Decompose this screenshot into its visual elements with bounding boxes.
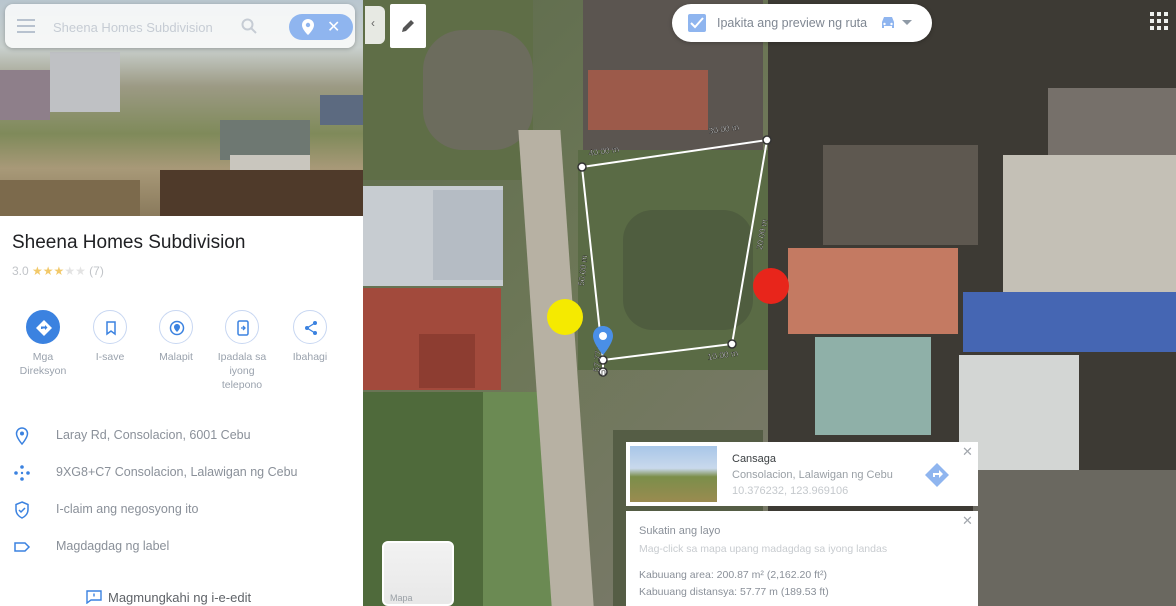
directions-label: Mga Direksyon — [19, 351, 67, 377]
segment-label: 30.00 m — [708, 122, 740, 136]
place-card-coordinates: 10.376232, 123.969106 — [732, 485, 849, 497]
chevron-left-icon: ‹ — [371, 16, 375, 30]
collapse-panel-button[interactable]: ‹ — [365, 6, 385, 44]
nearby-label: Malapit — [159, 351, 193, 363]
search-input[interactable]: Sheena Homes Subdivision — [53, 20, 218, 35]
feedback-icon — [86, 590, 102, 604]
layers-toggle[interactable]: Mapa — [382, 541, 454, 606]
measure-vertex[interactable] — [727, 339, 737, 349]
share-label: Ibahagi — [292, 351, 328, 363]
nearby-icon — [169, 320, 185, 336]
segment-label: 10.00 m — [707, 348, 739, 362]
place-card-name: Cansaga — [732, 453, 777, 465]
start-label: 0 — [601, 368, 606, 378]
checkmark-icon — [690, 17, 704, 29]
segment-label: 20.00 m — [754, 218, 769, 250]
search-box[interactable]: Sheena Homes Subdivision ✕ — [5, 4, 355, 48]
red-marker[interactable] — [753, 268, 789, 304]
suggest-edit-button[interactable]: Magmungkahi ng i-e-edit — [78, 582, 278, 606]
photo-ground — [0, 180, 140, 216]
plus-code-icon — [14, 465, 30, 481]
send-to-phone-button[interactable]: Ipadala sa iyong telepono — [208, 310, 276, 392]
edit-button[interactable] — [390, 4, 426, 48]
measure-distance-card: Sukatin ang layo Mag-click sa mapa upang… — [626, 511, 978, 606]
address-text: Laray Rd, Consolacion, 6001 Cebu — [56, 428, 251, 442]
place-info-card[interactable]: Cansaga Consolacion, Lalawigan ng Cebu 1… — [626, 442, 978, 506]
measure-heading: Sukatin ang layo — [639, 525, 721, 537]
label-icon — [14, 542, 31, 552]
location-pin-icon[interactable] — [299, 18, 317, 36]
claim-business-text: I-claim ang negosyong ito — [56, 502, 199, 516]
car-icon — [882, 17, 894, 28]
preview-label: Ipakita ang preview ng ruta — [717, 16, 868, 30]
rating-value: 3.0 — [12, 264, 29, 278]
yellow-marker[interactable] — [547, 299, 583, 335]
chevron-down-icon[interactable] — [902, 20, 912, 25]
pencil-icon — [402, 20, 414, 32]
place-photo[interactable]: Sheena Homes Subdivision ✕ — [0, 0, 363, 216]
nearby-button[interactable]: Malapit — [142, 310, 210, 364]
segment-label: 40.00 m — [588, 144, 620, 158]
suggest-edit-label: Magmungkahi ng i-e-edit — [108, 590, 252, 605]
star-rating: ★★★ — [32, 264, 65, 278]
verified-shield-icon — [15, 501, 29, 519]
total-area: Kabuuang area: 200.87 m² (2,162.20 ft²) — [639, 569, 827, 581]
photo-building — [0, 70, 50, 120]
address-row[interactable]: Laray Rd, Consolacion, 6001 Cebu — [0, 418, 363, 454]
place-title: Sheena Homes Subdivision — [12, 232, 246, 253]
share-button[interactable]: Ibahagi — [276, 310, 344, 364]
location-pin-icon — [15, 427, 29, 446]
add-label-text: Magdagdag ng label — [56, 539, 170, 553]
rating-row[interactable]: 3.0 ★★★★★ (7) — [12, 264, 104, 278]
bookmark-icon — [106, 321, 116, 336]
photo-building — [50, 52, 120, 112]
measure-vertex[interactable] — [762, 135, 772, 145]
send-to-phone-icon — [237, 320, 249, 336]
total-distance: Kabuuang distansya: 57.77 m (189.53 ft) — [639, 586, 829, 598]
search-icon[interactable] — [241, 18, 257, 34]
directions-icon[interactable] — [924, 462, 950, 488]
directions-button[interactable]: Mga Direksyon — [9, 310, 77, 378]
save-label: I-save — [95, 351, 125, 363]
segment-label: 50.00 m — [576, 255, 589, 287]
close-icon[interactable]: ✕ — [962, 444, 973, 460]
plus-code-text: 9XG8+C7 Consolacion, Lalawigan ng Cebu — [56, 465, 298, 479]
place-panel: Sheena Homes Subdivision ✕ Sheena Homes … — [0, 0, 363, 606]
photo-roof — [220, 120, 310, 160]
apps-grid-icon[interactable] — [1150, 12, 1168, 30]
place-pin-icon[interactable] — [591, 325, 615, 357]
share-icon — [305, 321, 317, 335]
search-actions: ✕ — [289, 14, 353, 40]
clear-search-icon[interactable]: ✕ — [327, 17, 340, 37]
route-preview-toggle[interactable]: Ipakita ang preview ng ruta — [672, 4, 932, 42]
place-thumbnail[interactable] — [630, 446, 717, 502]
plus-code-row[interactable]: 9XG8+C7 Consolacion, Lalawigan ng Cebu — [0, 455, 363, 491]
add-label-row[interactable]: Magdagdag ng label — [0, 529, 363, 565]
star-rating-empty: ★★ — [64, 264, 86, 278]
photo-roof — [320, 95, 363, 125]
measure-hint: Mag-click sa mapa upang madagdag sa iyon… — [639, 543, 888, 555]
menu-icon[interactable] — [17, 19, 35, 33]
send-to-phone-label: Ipadala sa iyong telepono — [217, 351, 267, 391]
save-button[interactable]: I-save — [76, 310, 144, 364]
claim-business-row[interactable]: I-claim ang negosyong ito — [0, 492, 363, 528]
measure-vertex[interactable] — [577, 162, 587, 172]
review-count[interactable]: (7) — [89, 264, 104, 278]
close-icon[interactable]: ✕ — [962, 513, 973, 529]
place-card-address: Consolacion, Lalawigan ng Cebu — [732, 469, 893, 481]
action-buttons: Mga Direksyon I-save Malapit Ipadala sa … — [16, 310, 356, 400]
directions-icon — [36, 320, 52, 336]
photo-trees — [160, 170, 363, 216]
layers-label: Mapa — [390, 593, 413, 603]
preview-checkbox[interactable] — [688, 14, 706, 32]
